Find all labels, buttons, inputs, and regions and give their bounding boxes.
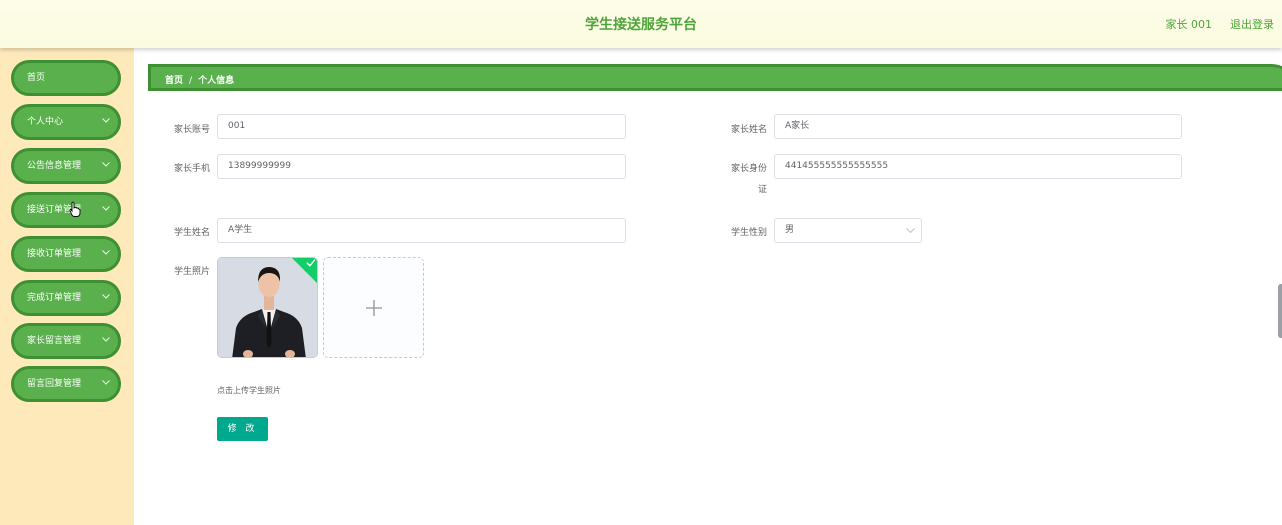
top-header: 学生接送服务平台 家长 001 退出登录 xyxy=(0,0,1282,48)
check-icon xyxy=(306,259,316,267)
sidebar-item-announcements[interactable]: 公告信息管理 xyxy=(11,148,121,184)
breadcrumb: 首页 / 个人信息 xyxy=(165,73,234,86)
sidebar-item-parent-messages[interactable]: 家长留言管理 xyxy=(11,323,121,359)
parent-name-label: 家长姓名 xyxy=(730,125,767,135)
sidebar-item-label: 家长留言管理 xyxy=(27,336,82,346)
sidebar-item-label: 留言回复管理 xyxy=(27,379,82,389)
breadcrumb-home[interactable]: 首页 xyxy=(165,76,183,86)
label-line: 证 xyxy=(757,185,767,195)
parent-account-input[interactable]: 001 xyxy=(217,114,626,139)
parent-account-label: 家长账号 xyxy=(173,125,210,135)
sidebar-item-completed-orders[interactable]: 完成订单管理 xyxy=(11,280,121,316)
sidebar-item-label: 公告信息管理 xyxy=(27,161,82,171)
mouse-cursor-icon xyxy=(69,201,81,220)
chevron-down-icon xyxy=(102,151,110,167)
page-scrollbar-handle[interactable] xyxy=(1278,284,1282,338)
student-gender-value: 男 xyxy=(785,225,795,235)
logout-link[interactable]: 退出登录 xyxy=(1230,16,1274,32)
plus-icon xyxy=(366,300,382,316)
chevron-down-icon xyxy=(102,239,110,255)
main-content: 首页 / 个人信息 家长账号 001 家长姓名 A家长 家长手机 138999999… xyxy=(134,48,1282,525)
sidebar-item-label: 个人中心 xyxy=(27,117,64,127)
current-user: 家长 001 xyxy=(1165,18,1213,31)
sidebar-item-label: 首页 xyxy=(27,73,46,83)
sidebar: 首页 个人中心 公告信息管理 接送订单管理 接收订单管理 完成订单管理 家长留言… xyxy=(0,48,134,525)
sidebar-item-received-orders[interactable]: 接收订单管理 xyxy=(11,236,121,272)
parent-id-card-input[interactable]: 441455555555555555 xyxy=(774,154,1182,179)
breadcrumb-current: 个人信息 xyxy=(198,76,235,86)
student-photo-thumbnail[interactable] xyxy=(217,257,318,358)
sidebar-item-personal-center[interactable]: 个人中心 xyxy=(11,104,121,140)
sidebar-item-home[interactable]: 首页 xyxy=(11,60,121,96)
chevron-down-icon xyxy=(906,219,915,233)
breadcrumb-bar: 首页 / 个人信息 xyxy=(148,64,1282,91)
student-gender-select[interactable]: 男 xyxy=(774,218,922,243)
site-title: 学生接送服务平台 xyxy=(585,17,697,33)
parent-name-input[interactable]: A家长 xyxy=(774,114,1182,139)
sidebar-item-label: 完成订单管理 xyxy=(27,293,82,303)
modify-button[interactable]: 修 改 xyxy=(217,417,268,441)
sidebar-item-label: 接收订单管理 xyxy=(27,249,82,259)
parent-id-card-label: 家长身份 证 xyxy=(717,161,767,195)
upload-hint: 点击上传学生照片 xyxy=(217,386,281,395)
chevron-down-icon xyxy=(102,369,110,385)
sidebar-item-message-replies[interactable]: 留言回复管理 xyxy=(11,366,121,402)
chevron-down-icon xyxy=(102,107,110,123)
student-name-label: 学生姓名 xyxy=(173,228,210,238)
label-line: 家长身份 xyxy=(730,164,767,174)
photo-upload-button[interactable] xyxy=(323,257,424,358)
parent-phone-label: 家长手机 xyxy=(173,164,210,174)
student-photo-label: 学生照片 xyxy=(173,267,210,277)
student-gender-label: 学生性别 xyxy=(730,228,767,238)
chevron-down-icon xyxy=(102,326,110,342)
chevron-down-icon xyxy=(102,195,110,211)
parent-phone-input[interactable]: 13899999999 xyxy=(217,154,626,179)
student-name-input[interactable]: A学生 xyxy=(217,218,626,243)
student-portrait-image xyxy=(218,258,317,357)
breadcrumb-separator: / xyxy=(189,76,193,86)
chevron-down-icon xyxy=(102,283,110,299)
sidebar-item-pickup-orders[interactable]: 接送订单管理 xyxy=(11,192,121,228)
